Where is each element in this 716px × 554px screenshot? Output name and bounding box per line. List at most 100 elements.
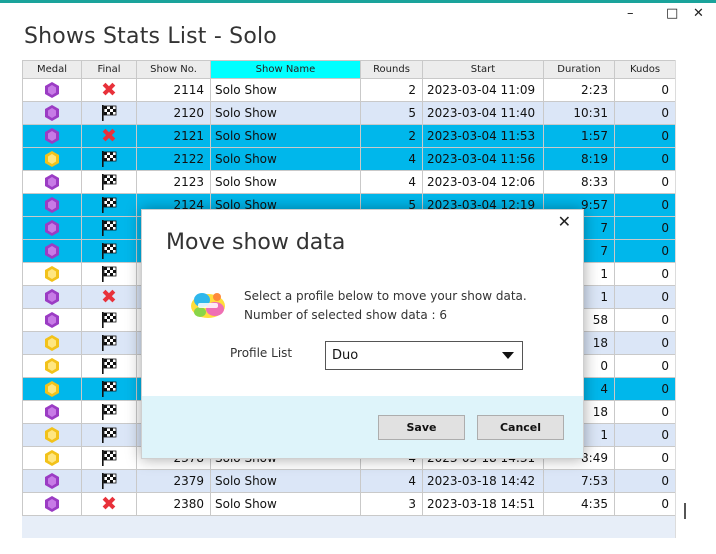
cell-final [82,263,137,286]
checkered-flag-icon [102,197,117,213]
cell-medal [22,470,82,493]
cell-kudos: 0 [615,125,675,148]
cell-start: 2023-03-18 14:51 [423,493,544,516]
dropdown-arrow-icon [502,352,514,359]
cell-start: 2023-03-18 14:42 [423,470,544,493]
cell-medal [22,217,82,240]
gold-medal-icon [45,151,59,167]
close-window-button[interactable]: ✕ [693,6,704,21]
minimize-button[interactable]: – [627,6,634,21]
cell-show-name: Solo Show [211,493,361,516]
cell-kudos: 0 [615,332,675,355]
cell-final [82,240,137,263]
table-row[interactable]: 2122 Solo Show 4 2023-03-04 11:56 8:19 0 [22,148,675,171]
cell-show-no: 2120 [137,102,211,125]
move-show-data-dialog: ✕ Move show data Select a profile below … [141,209,584,459]
checkered-flag-icon [102,381,117,397]
cell-kudos: 0 [615,355,675,378]
purple-medal-icon [45,473,59,489]
column-header-start[interactable]: Start [423,60,544,79]
cell-start: 2023-03-04 11:09 [423,79,544,102]
cell-kudos: 0 [615,401,675,424]
checkered-flag-icon [102,473,117,489]
checkered-flag-icon [102,243,117,259]
checkered-flag-icon [102,220,117,236]
cell-final [82,194,137,217]
cell-show-no: 2379 [137,470,211,493]
cell-show-no: 2123 [137,171,211,194]
cell-duration: 10:31 [544,102,615,125]
cancel-button[interactable]: Cancel [477,415,564,440]
column-header-rounds[interactable]: Rounds [361,60,423,79]
cell-medal [22,240,82,263]
cell-medal [22,286,82,309]
cell-final: ✖ [82,125,137,148]
cell-kudos: 0 [615,424,675,447]
cell-show-no: 2122 [137,148,211,171]
cell-final [82,309,137,332]
cell-final [82,217,137,240]
table-row[interactable]: ✖ 2380 Solo Show 3 2023-03-18 14:51 4:35 0 [22,493,675,516]
grid-header: Medal Final Show No. Show Name Rounds Start Du… [22,60,675,79]
column-header-duration[interactable]: Duration [544,60,615,79]
cell-show-no: 2380 [137,493,211,516]
dialog-close-icon[interactable]: ✕ [558,212,571,231]
table-row[interactable]: 2120 Solo Show 5 2023-03-04 11:40 10:31 0 [22,102,675,125]
cell-rounds: 2 [361,79,423,102]
gold-medal-icon [45,266,59,282]
checkered-flag-icon [102,450,117,466]
cell-start: 2023-03-04 11:56 [423,148,544,171]
purple-medal-icon [45,312,59,328]
cell-final [82,148,137,171]
table-row[interactable]: ✖ 2121 Solo Show 2 2023-03-04 11:53 1:57 0 [22,125,675,148]
column-header-show-name[interactable]: Show Name [211,60,361,79]
profile-list-dropdown[interactable]: Duo [325,341,523,370]
cell-rounds: 4 [361,470,423,493]
purple-medal-icon [45,220,59,236]
cell-rounds: 4 [361,171,423,194]
purple-medal-icon [45,243,59,259]
cell-duration: 8:19 [544,148,615,171]
dialog-title: Move show data [166,230,346,255]
cell-show-name: Solo Show [211,171,361,194]
table-row[interactable]: 2379 Solo Show 4 2023-03-18 14:42 7:53 0 [22,470,675,493]
cell-medal [22,355,82,378]
cell-final [82,171,137,194]
checkered-flag-icon [102,358,117,374]
column-header-final[interactable]: Final [82,60,137,79]
table-row[interactable]: ✖ 2114 Solo Show 2 2023-03-04 11:09 2:23 0 [22,79,675,102]
profile-list-label: Profile List [230,346,293,360]
table-row[interactable]: 2123 Solo Show 4 2023-03-04 12:06 8:33 0 [22,171,675,194]
window-top-border [0,0,716,3]
cell-kudos: 0 [615,309,675,332]
gold-medal-icon [45,335,59,351]
cell-start: 2023-03-04 12:06 [423,171,544,194]
checkered-flag-icon [102,151,117,167]
cell-final [82,447,137,470]
fail-x-icon: ✖ [101,79,117,101]
cell-duration: 8:33 [544,171,615,194]
scrollbar-thumb[interactable] [684,503,686,519]
column-header-medal[interactable]: Medal [22,60,82,79]
cell-medal [22,401,82,424]
cell-kudos: 0 [615,171,675,194]
column-header-kudos[interactable]: Kudos [615,60,675,79]
fail-x-icon: ✖ [101,286,117,308]
purple-medal-icon [45,105,59,121]
cell-medal [22,493,82,516]
purple-medal-icon [45,128,59,144]
cell-medal [22,309,82,332]
checkered-flag-icon [102,105,117,121]
save-button[interactable]: Save [378,415,465,440]
cell-medal [22,79,82,102]
cell-final [82,424,137,447]
cell-medal [22,102,82,125]
cell-medal [22,148,82,171]
gold-medal-icon [45,358,59,374]
fail-x-icon: ✖ [101,125,117,147]
gold-medal-icon [45,450,59,466]
cell-start: 2023-03-04 11:40 [423,102,544,125]
maximize-button[interactable]: □ [666,6,678,21]
cell-final [82,332,137,355]
column-header-show-no[interactable]: Show No. [137,60,211,79]
